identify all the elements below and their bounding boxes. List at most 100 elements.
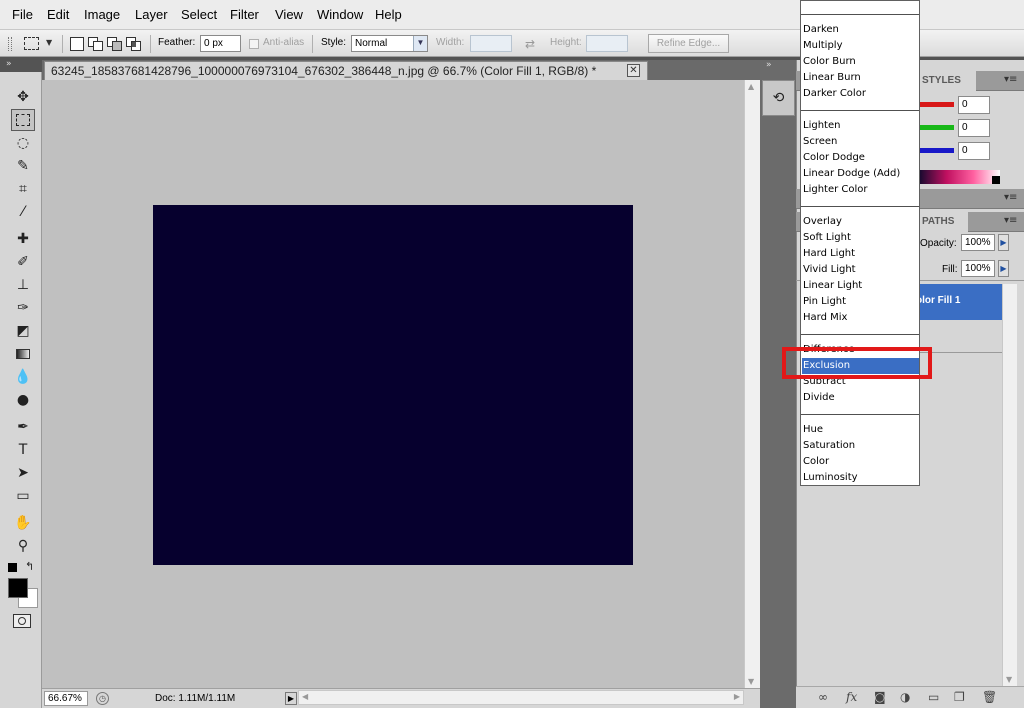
panel-menu-icon[interactable]: ▾≡: [1004, 74, 1017, 85]
history-brush-tool-icon[interactable]: ✑: [11, 297, 35, 319]
opacity-input[interactable]: 100%: [961, 234, 995, 251]
blend-option[interactable]: Multiply: [802, 38, 919, 54]
opacity-arrow-icon[interactable]: ▶: [998, 234, 1009, 251]
blend-mode-dropdown[interactable]: Darken Multiply Color Burn Linear Burn D…: [800, 0, 920, 486]
layers-scrollbar[interactable]: ▼: [1002, 284, 1017, 686]
horizontal-scrollbar[interactable]: ◀ ▶: [298, 690, 744, 705]
history-panel-icon[interactable]: ⟲: [762, 80, 795, 116]
layer-mask-icon[interactable]: ◙: [874, 690, 886, 704]
intersect-selection-icon[interactable]: [126, 37, 142, 51]
collapse-icon[interactable]: »: [766, 60, 772, 70]
blend-option[interactable]: Linear Burn: [802, 70, 919, 86]
document-tab[interactable]: 63245_185837681428796_100000076973104_67…: [44, 61, 648, 80]
new-selection-icon[interactable]: [70, 37, 84, 51]
panel-menu-icon[interactable]: ▾≡: [1004, 192, 1017, 203]
blend-option[interactable]: Overlay: [802, 214, 919, 230]
color-ramp[interactable]: [920, 170, 1000, 184]
blend-option[interactable]: Saturation: [802, 438, 919, 454]
height-input[interactable]: [586, 35, 628, 52]
lasso-tool-icon[interactable]: ◌: [11, 132, 35, 154]
swap-icon[interactable]: ⇄: [525, 37, 535, 51]
menu-view[interactable]: View: [275, 7, 303, 22]
move-tool-icon[interactable]: ✥: [11, 86, 35, 108]
adjustment-layer-icon[interactable]: ◑: [900, 690, 910, 704]
blend-option[interactable]: Hard Light: [802, 246, 919, 262]
blend-option[interactable]: Screen: [802, 134, 919, 150]
crop-tool-icon[interactable]: ⌗: [11, 178, 35, 200]
brush-tool-icon[interactable]: ✐: [11, 251, 35, 273]
preset-dropdown-arrow-icon[interactable]: ▼: [46, 38, 52, 47]
layer-row-color-fill[interactable]: olor Fill 1: [908, 284, 1002, 320]
blend-option[interactable]: Hard Mix: [802, 310, 919, 326]
blend-option[interactable]: Darker Color: [802, 86, 919, 102]
blend-option[interactable]: Color: [802, 454, 919, 470]
fx-icon[interactable]: fx: [846, 690, 857, 704]
antialias-checkbox[interactable]: [249, 39, 259, 49]
fill-input[interactable]: 100%: [961, 260, 995, 277]
vertical-scrollbar[interactable]: ▲ ▼: [744, 80, 760, 688]
blend-option[interactable]: Luminosity: [802, 470, 919, 485]
add-selection-icon[interactable]: [88, 37, 104, 51]
menu-layer[interactable]: Layer: [135, 7, 168, 22]
type-tool-icon[interactable]: T: [11, 439, 35, 461]
gradient-tool-icon[interactable]: [11, 343, 35, 365]
menu-edit[interactable]: Edit: [47, 7, 69, 22]
zoom-tool-icon[interactable]: ⚲: [11, 535, 35, 557]
quick-mask-icon[interactable]: [13, 614, 31, 628]
default-colors-icon[interactable]: [8, 563, 17, 572]
collapse-icon[interactable]: »: [6, 59, 12, 69]
feather-input[interactable]: 0 px: [200, 35, 241, 52]
fill-arrow-icon[interactable]: ▶: [998, 260, 1009, 277]
close-icon[interactable]: ✕: [627, 64, 640, 77]
blue-slider[interactable]: [920, 148, 954, 153]
link-layers-icon[interactable]: ∞: [818, 690, 828, 704]
scroll-right-icon[interactable]: ▶: [734, 692, 740, 701]
healing-brush-tool-icon[interactable]: ✚: [11, 228, 35, 250]
path-selection-tool-icon[interactable]: ➤: [11, 462, 35, 484]
menu-file[interactable]: File: [12, 7, 33, 22]
zoom-field[interactable]: 66.67%: [44, 691, 88, 706]
red-slider[interactable]: [920, 102, 954, 107]
menu-filter[interactable]: Filter: [230, 7, 259, 22]
new-layer-icon[interactable]: ❐: [954, 690, 965, 704]
blend-option[interactable]: Lighter Color: [802, 182, 919, 198]
panel-menu-icon[interactable]: ▾≡: [1004, 215, 1017, 226]
tab-paths[interactable]: PATHS: [916, 212, 968, 232]
hand-tool-icon[interactable]: ✋: [11, 512, 35, 534]
status-info-icon[interactable]: ◷: [96, 692, 109, 705]
width-input[interactable]: [470, 35, 512, 52]
blend-option[interactable]: Soft Light: [802, 230, 919, 246]
foreground-color-swatch[interactable]: [8, 578, 28, 598]
blend-option[interactable]: Darken: [802, 22, 919, 38]
scroll-down-icon[interactable]: ▼: [748, 677, 754, 686]
blend-option[interactable]: Color Dodge: [802, 150, 919, 166]
dodge-tool-icon[interactable]: ●: [11, 389, 35, 411]
swap-colors-icon[interactable]: ↰: [25, 560, 34, 573]
green-value-input[interactable]: 0: [958, 119, 990, 137]
blend-option[interactable]: Vivid Light: [802, 262, 919, 278]
pen-tool-icon[interactable]: ✒: [11, 416, 35, 438]
quick-selection-tool-icon[interactable]: ✎: [11, 155, 35, 177]
canvas-image[interactable]: [153, 205, 633, 565]
scroll-left-icon[interactable]: ◀: [302, 692, 308, 701]
blur-tool-icon[interactable]: 💧: [11, 366, 35, 388]
refine-edge-button[interactable]: Refine Edge...: [648, 34, 729, 53]
green-slider[interactable]: [920, 125, 954, 130]
clone-stamp-tool-icon[interactable]: ⊥: [11, 274, 35, 296]
grip-icon[interactable]: [8, 37, 12, 51]
blend-option[interactable]: Hue: [802, 422, 919, 438]
ramp-swatch-black[interactable]: [992, 176, 1000, 184]
marquee-preset-icon[interactable]: [24, 37, 39, 50]
trash-icon[interactable]: 🗑: [982, 690, 997, 704]
style-select[interactable]: Normal ▼: [351, 35, 428, 52]
menu-image[interactable]: Image: [84, 7, 120, 22]
blue-value-input[interactable]: 0: [958, 142, 990, 160]
blend-option[interactable]: Linear Dodge (Add): [802, 166, 919, 182]
toolbox-header[interactable]: »: [0, 59, 42, 72]
scroll-down-icon[interactable]: ▼: [1006, 675, 1012, 684]
status-menu-arrow-icon[interactable]: ▶: [285, 692, 297, 705]
blend-option[interactable]: Divide: [802, 390, 919, 406]
blend-option[interactable]: Pin Light: [802, 294, 919, 310]
blend-option[interactable]: Color Burn: [802, 54, 919, 70]
tab-styles[interactable]: STYLES: [916, 71, 976, 91]
